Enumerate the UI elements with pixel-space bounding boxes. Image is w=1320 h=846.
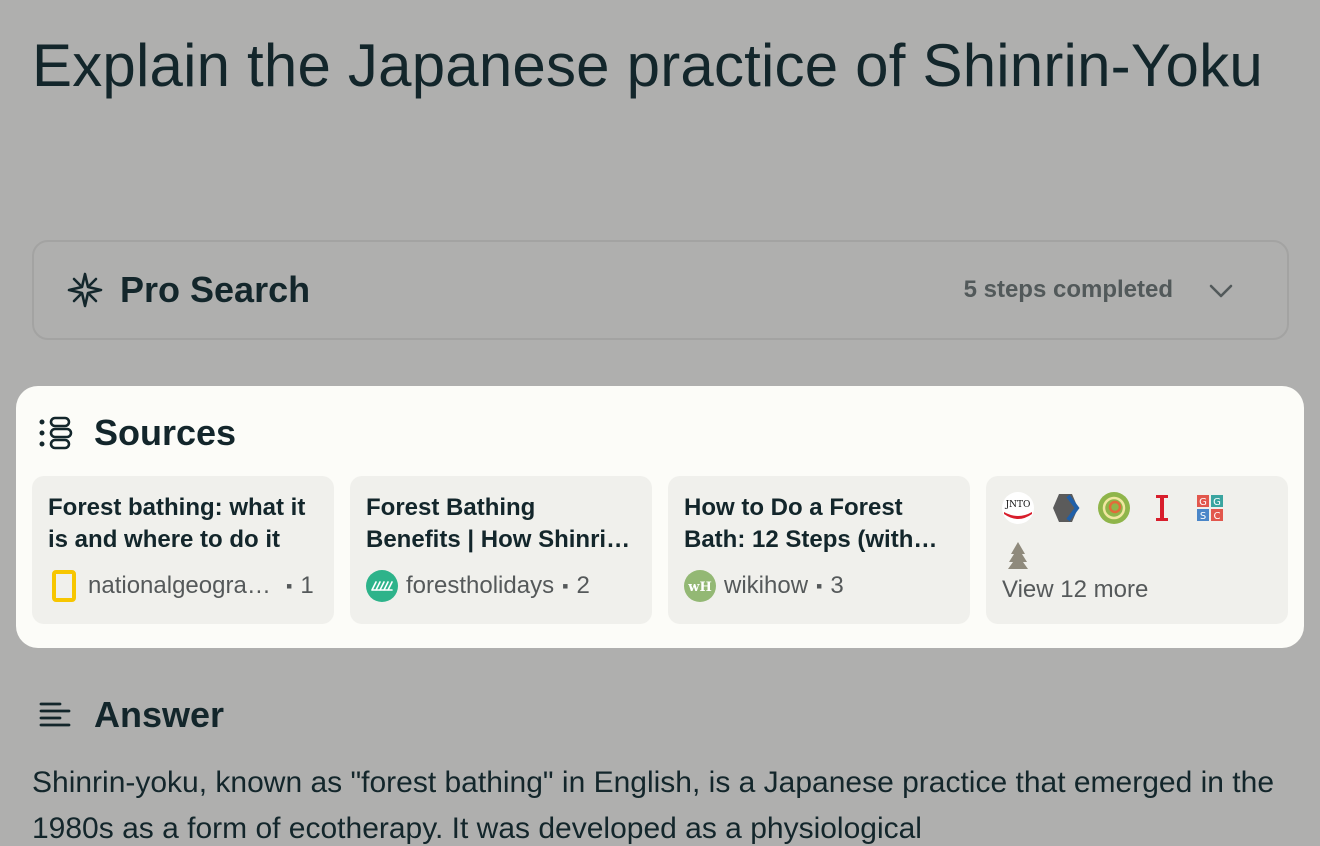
answer-lines-icon bbox=[39, 702, 71, 727]
natgeo-icon bbox=[48, 570, 80, 602]
source-title: Forest bathing: what it is and where to … bbox=[48, 494, 306, 553]
tree-icon bbox=[1002, 540, 1034, 572]
source-index: 3 bbox=[830, 572, 844, 599]
hexagon-chevron-icon bbox=[1050, 492, 1082, 524]
forestholidays-icon bbox=[366, 570, 398, 602]
answer-header: Answer bbox=[38, 694, 224, 736]
svg-text:C: C bbox=[1214, 511, 1221, 522]
source-domain: forestholidays bbox=[406, 572, 555, 599]
source-meta: wH wikihow ▪ 3 bbox=[684, 570, 956, 602]
view-more-link[interactable]: View 12 more bbox=[1002, 576, 1148, 604]
source-meta: nationalgeographic ▪ 1 bbox=[48, 570, 320, 602]
svg-text:JNTO: JNTO bbox=[1005, 500, 1031, 510]
source-card-1[interactable]: Forest bathing: what it is and where to … bbox=[32, 476, 334, 624]
svg-text:wH: wH bbox=[687, 580, 711, 595]
more-favicons: JNTO G G S C bbox=[1002, 492, 1262, 572]
separator-dot: ▪ bbox=[286, 575, 293, 596]
source-domain: wikihow bbox=[724, 572, 809, 599]
source-index: 1 bbox=[300, 572, 314, 599]
source-title: How to Do a Forest Bath: 12 Steps (with … bbox=[684, 494, 914, 553]
source-domain: nationalgeographic bbox=[88, 572, 278, 599]
pro-search-panel[interactable]: Pro Search 5 steps completed bbox=[32, 240, 1289, 340]
source-title: Forest Bathing Benefits | How Shinrin-Yo… bbox=[366, 494, 629, 553]
sources-label: Sources bbox=[94, 412, 237, 453]
wikihow-icon: wH bbox=[684, 570, 716, 602]
source-cards: Forest bathing: what it is and where to … bbox=[32, 476, 1288, 624]
pro-search-label: Pro Search bbox=[120, 269, 311, 310]
sparkle-compass-icon bbox=[66, 271, 104, 309]
answer-label: Answer bbox=[94, 694, 225, 735]
red-bar-icon bbox=[1146, 492, 1178, 524]
view-more-card[interactable]: JNTO G G S C View 12 more bbox=[986, 476, 1288, 624]
chevron-down-icon[interactable] bbox=[1207, 276, 1235, 304]
svg-text:G: G bbox=[1213, 497, 1221, 508]
source-meta: forestholidays ▪ 2 bbox=[366, 570, 638, 602]
spiral-icon bbox=[1098, 492, 1130, 524]
page-title: Explain the Japanese practice of Shinrin… bbox=[32, 32, 1263, 99]
steps-status: 5 steps completed bbox=[963, 276, 1173, 303]
separator-dot: ▪ bbox=[816, 575, 823, 596]
answer-text: Shinrin-yoku, known as "forest bathing" … bbox=[32, 766, 1274, 845]
source-index: 2 bbox=[576, 572, 590, 599]
ggsc-grid-icon: G G S C bbox=[1194, 492, 1226, 524]
svg-text:G: G bbox=[1199, 497, 1207, 508]
svg-text:S: S bbox=[1200, 511, 1206, 522]
source-card-2[interactable]: Forest Bathing Benefits | How Shinrin-Yo… bbox=[350, 476, 652, 624]
sources-header: Sources bbox=[38, 412, 236, 454]
sources-panel: Sources Forest bathing: what it is and w… bbox=[16, 386, 1304, 648]
separator-dot: ▪ bbox=[562, 575, 569, 596]
jnto-icon: JNTO bbox=[1002, 492, 1034, 524]
source-card-3[interactable]: How to Do a Forest Bath: 12 Steps (with … bbox=[668, 476, 970, 624]
sources-list-icon bbox=[39, 416, 73, 450]
